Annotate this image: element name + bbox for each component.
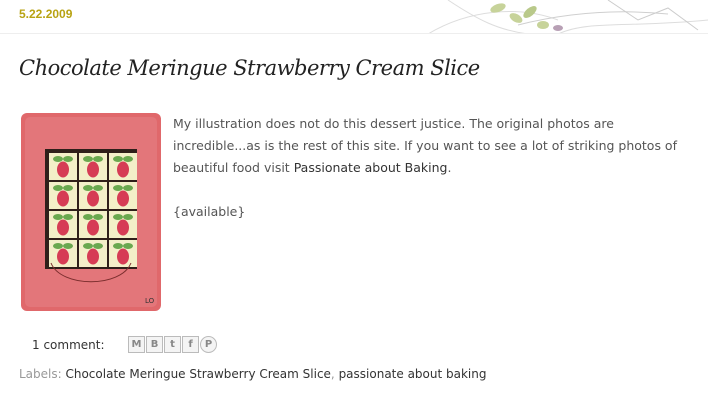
leaf [123,243,133,249]
leaf [53,214,63,220]
paragraph-2: {available} [173,204,246,219]
strawberry [117,219,129,236]
strawberry [87,190,99,207]
post-date: 5.22.2009 [19,7,73,21]
header-decoration [427,0,708,34]
post-labels: Labels: Chocolate Meringue Strawberry Cr… [19,367,487,381]
leaf [113,243,123,249]
leaf [53,185,63,191]
strawberry [117,190,129,207]
facebook-icon[interactable]: f [182,336,199,353]
strawberry [57,161,69,178]
leaf [83,243,93,249]
divider [0,33,708,34]
leaf [123,156,133,162]
comment-count-link[interactable]: 1 comment: [32,338,105,352]
leaf [83,156,93,162]
pinterest-icon[interactable]: P [200,336,217,353]
signature: LO [145,297,155,305]
blogger-icon[interactable]: B [146,336,163,353]
leaf [63,185,73,191]
passionate-about-baking-link[interactable]: Passionate about Baking [294,160,448,175]
leaf [83,214,93,220]
paragraph-1: My illustration does not do this dessert… [173,116,677,175]
leaf [113,185,123,191]
leaf [53,156,63,162]
strawberry [87,248,99,265]
leaf [93,156,103,162]
leaf [113,156,123,162]
leaf [123,185,133,191]
leaf [123,214,133,220]
post-title[interactable]: Chocolate Meringue Strawberry Cream Slic… [19,56,480,80]
strawberry [57,190,69,207]
leaf [63,214,73,220]
leaf [63,156,73,162]
strawberry [117,161,129,178]
leaf [93,214,103,220]
leaf [83,185,93,191]
leaf [113,214,123,220]
leaf [63,243,73,249]
leaf [93,185,103,191]
label-link[interactable]: Chocolate Meringue Strawberry Cream Slic… [65,367,330,381]
leaf [93,243,103,249]
post-body: My illustration does not do this dessert… [173,113,698,223]
strawberry [117,248,129,265]
strawberry-slice-illustration[interactable]: LO [21,113,161,311]
strawberry [87,219,99,236]
strawberry [87,161,99,178]
twitter-icon[interactable]: t [164,336,181,353]
email-icon[interactable]: M [128,336,145,353]
share-bar: M B t f P [128,336,218,353]
leaf [53,243,63,249]
strawberry [57,248,69,265]
label-link[interactable]: passionate about baking [339,367,487,381]
strawberry [57,219,69,236]
